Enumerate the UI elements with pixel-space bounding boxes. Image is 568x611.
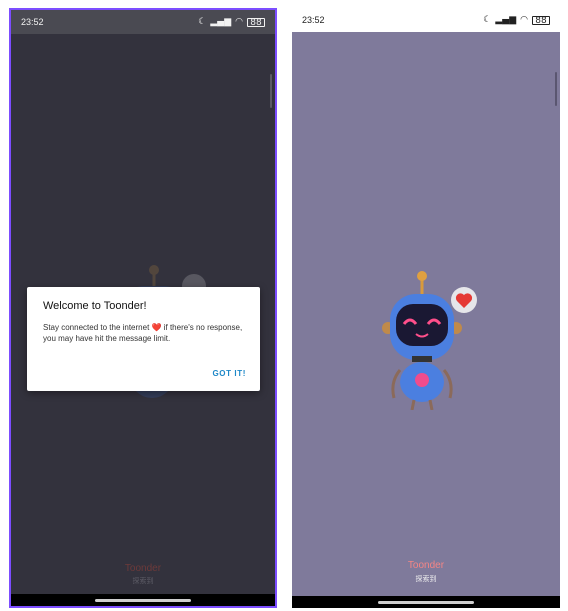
- signal-icon: ▂▄▆: [210, 16, 232, 27]
- dialog-title: Welcome to Toonder!: [43, 300, 147, 312]
- scrollbar[interactable]: [270, 74, 272, 108]
- wifi-icon: ◠: [520, 14, 528, 25]
- status-icons: ☾ ▂▄▆ ◠ 88: [483, 14, 550, 25]
- status-time: 23:52: [21, 17, 44, 27]
- phone-screen-left: 23:52 ☾ ▂▄▆ ◠ 88 Welcome to Toonder! Sta…: [9, 8, 277, 608]
- app-subtitle: 探索到: [132, 578, 154, 585]
- status-icons: ☾ ▂▄▆ ◠ 88: [198, 16, 265, 27]
- wifi-icon: ◠: [235, 16, 243, 27]
- navigation-bar: [11, 594, 275, 606]
- navigation-bar: [292, 596, 560, 608]
- home-indicator[interactable]: [95, 598, 191, 602]
- moon-icon: ☾: [483, 14, 492, 25]
- signal-icon: ▂▄▆: [495, 14, 517, 25]
- moon-icon: ☾: [198, 16, 207, 27]
- dialog-message-start: Stay connected to the internet: [43, 323, 150, 332]
- battery-icon: 88: [532, 15, 550, 25]
- dialog-message: Stay connected to the internet ❤️ if the…: [43, 322, 244, 344]
- phone-screen-right: 23:52 ☾ ▂▄▆ ◠ 88 Toonder 探索到: [292, 8, 560, 608]
- app-screen: Toonder 探索到: [292, 32, 560, 596]
- home-indicator[interactable]: [378, 600, 474, 604]
- got-it-button[interactable]: GOT IT!: [212, 369, 246, 378]
- status-time: 23:52: [302, 15, 325, 25]
- app-subtitle: 探索到: [415, 576, 437, 583]
- app-name: Toonder: [407, 560, 445, 571]
- app-name: Toonder: [124, 563, 162, 574]
- battery-icon: 88: [247, 17, 265, 27]
- welcome-dialog: Welcome to Toonder! Stay connected to th…: [27, 287, 260, 391]
- heart-bubble-icon: [451, 287, 477, 313]
- status-bar: 23:52 ☾ ▂▄▆ ◠ 88: [11, 10, 275, 34]
- scrollbar[interactable]: [555, 72, 557, 106]
- robot-mascot: [382, 271, 477, 410]
- heart-icon: ❤️: [151, 323, 162, 332]
- status-bar: 23:52 ☾ ▂▄▆ ◠ 88: [292, 8, 560, 32]
- app-screen: Welcome to Toonder! Stay connected to th…: [11, 34, 275, 594]
